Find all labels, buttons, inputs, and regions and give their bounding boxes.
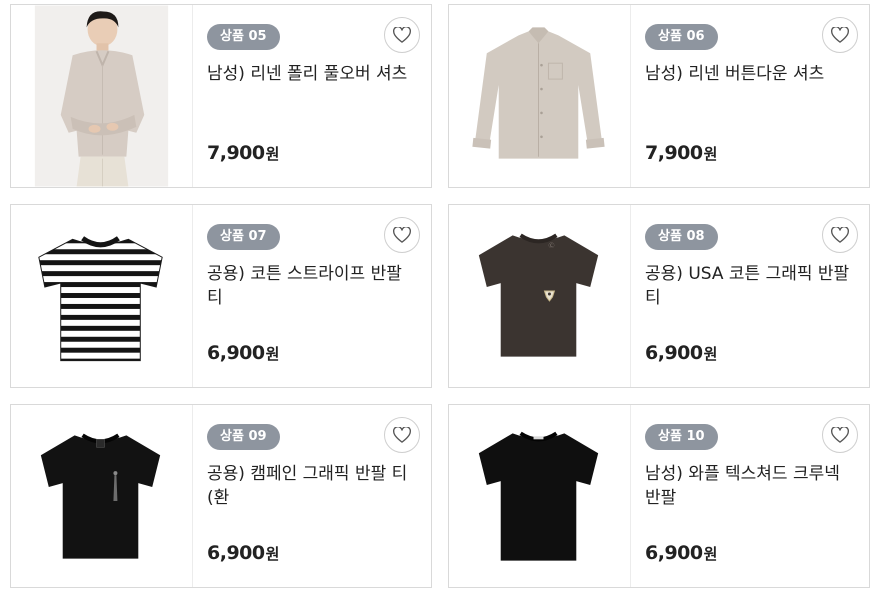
price-value: 6,900 — [207, 342, 265, 364]
heart-icon — [393, 427, 411, 443]
product-title[interactable]: 공용) USA 코튼 그래픽 반팔 티 — [645, 262, 859, 310]
product-image[interactable] — [11, 205, 193, 387]
product-number-badge: 상품 08 — [645, 224, 718, 250]
product-price: 6,900원 — [207, 542, 279, 564]
heart-icon — [393, 227, 411, 243]
product-image[interactable] — [11, 405, 193, 587]
product-grid: 상품 05 남성) 리넨 폴리 풀오버 셔츠 7,900원 상품 06 남성) … — [0, 0, 874, 590]
price-value: 6,900 — [645, 542, 703, 564]
product-image[interactable] — [449, 5, 631, 187]
wishlist-heart-button[interactable] — [384, 217, 420, 253]
heart-icon — [831, 427, 849, 443]
price-currency: 원 — [265, 145, 280, 163]
price-currency: 원 — [265, 345, 280, 363]
linen-shirt-image — [472, 27, 605, 159]
product-title[interactable]: 남성) 리넨 버튼다운 셔츠 — [645, 62, 859, 86]
product-number-badge: 상품 10 — [645, 424, 718, 450]
product-card[interactable]: Ⓒ 상품 08 공용) USA 코튼 그래픽 반팔 티 6,900원 — [448, 204, 870, 388]
product-price: 7,900원 — [645, 142, 717, 164]
product-image[interactable] — [11, 5, 193, 187]
product-number-badge: 상품 06 — [645, 24, 718, 50]
product-image[interactable] — [449, 405, 631, 587]
price-value: 7,900 — [207, 142, 265, 164]
product-title[interactable]: 남성) 와플 텍스쳐드 크루넥 반팔 — [645, 462, 859, 510]
product-card[interactable]: 상품 06 남성) 리넨 버튼다운 셔츠 7,900원 — [448, 4, 870, 188]
wishlist-heart-button[interactable] — [384, 417, 420, 453]
product-price: 7,900원 — [207, 142, 279, 164]
price-value: 6,900 — [207, 542, 265, 564]
product-number-badge: 상품 07 — [207, 224, 280, 250]
product-number-badge: 상품 09 — [207, 424, 280, 450]
wishlist-heart-button[interactable] — [822, 417, 858, 453]
price-currency: 원 — [703, 345, 718, 363]
product-title[interactable]: 공용) 코튼 스트라이프 반팔 티 — [207, 262, 421, 310]
heart-icon — [831, 27, 849, 43]
product-title[interactable]: 남성) 리넨 폴리 풀오버 셔츠 — [207, 62, 421, 86]
wishlist-heart-button[interactable] — [384, 17, 420, 53]
black-waffle-tshirt-image — [478, 431, 599, 561]
price-value: 7,900 — [645, 142, 703, 164]
product-price: 6,900원 — [645, 542, 717, 564]
price-value: 6,900 — [645, 342, 703, 364]
product-card[interactable]: 상품 09 공용) 캠페인 그래픽 반팔 티 (환 6,900원 — [10, 404, 432, 588]
stripe-tshirt-image — [38, 236, 163, 362]
price-currency: 원 — [703, 145, 718, 163]
svg-text:Ⓒ: Ⓒ — [548, 241, 554, 249]
product-image[interactable]: Ⓒ — [449, 205, 631, 387]
product-card[interactable]: 상품 10 남성) 와플 텍스쳐드 크루넥 반팔 6,900원 — [448, 404, 870, 588]
product-price: 6,900원 — [645, 342, 717, 364]
product-price: 6,900원 — [207, 342, 279, 364]
product-number-badge: 상품 05 — [207, 24, 280, 50]
wishlist-heart-button[interactable] — [822, 217, 858, 253]
product-card[interactable]: 상품 07 공용) 코튼 스트라이프 반팔 티 6,900원 — [10, 204, 432, 388]
price-currency: 원 — [265, 545, 280, 563]
heart-icon — [393, 27, 411, 43]
wishlist-heart-button[interactable] — [822, 17, 858, 53]
product-title[interactable]: 공용) 캠페인 그래픽 반팔 티 (환 — [207, 462, 421, 510]
brown-graphic-tshirt-image: Ⓒ — [478, 233, 599, 357]
black-campaign-tshirt-image — [40, 433, 161, 559]
heart-icon — [831, 227, 849, 243]
price-currency: 원 — [703, 545, 718, 563]
product-card[interactable]: 상품 05 남성) 리넨 폴리 풀오버 셔츠 7,900원 — [10, 4, 432, 188]
model-linen-shirt-image — [34, 5, 169, 187]
